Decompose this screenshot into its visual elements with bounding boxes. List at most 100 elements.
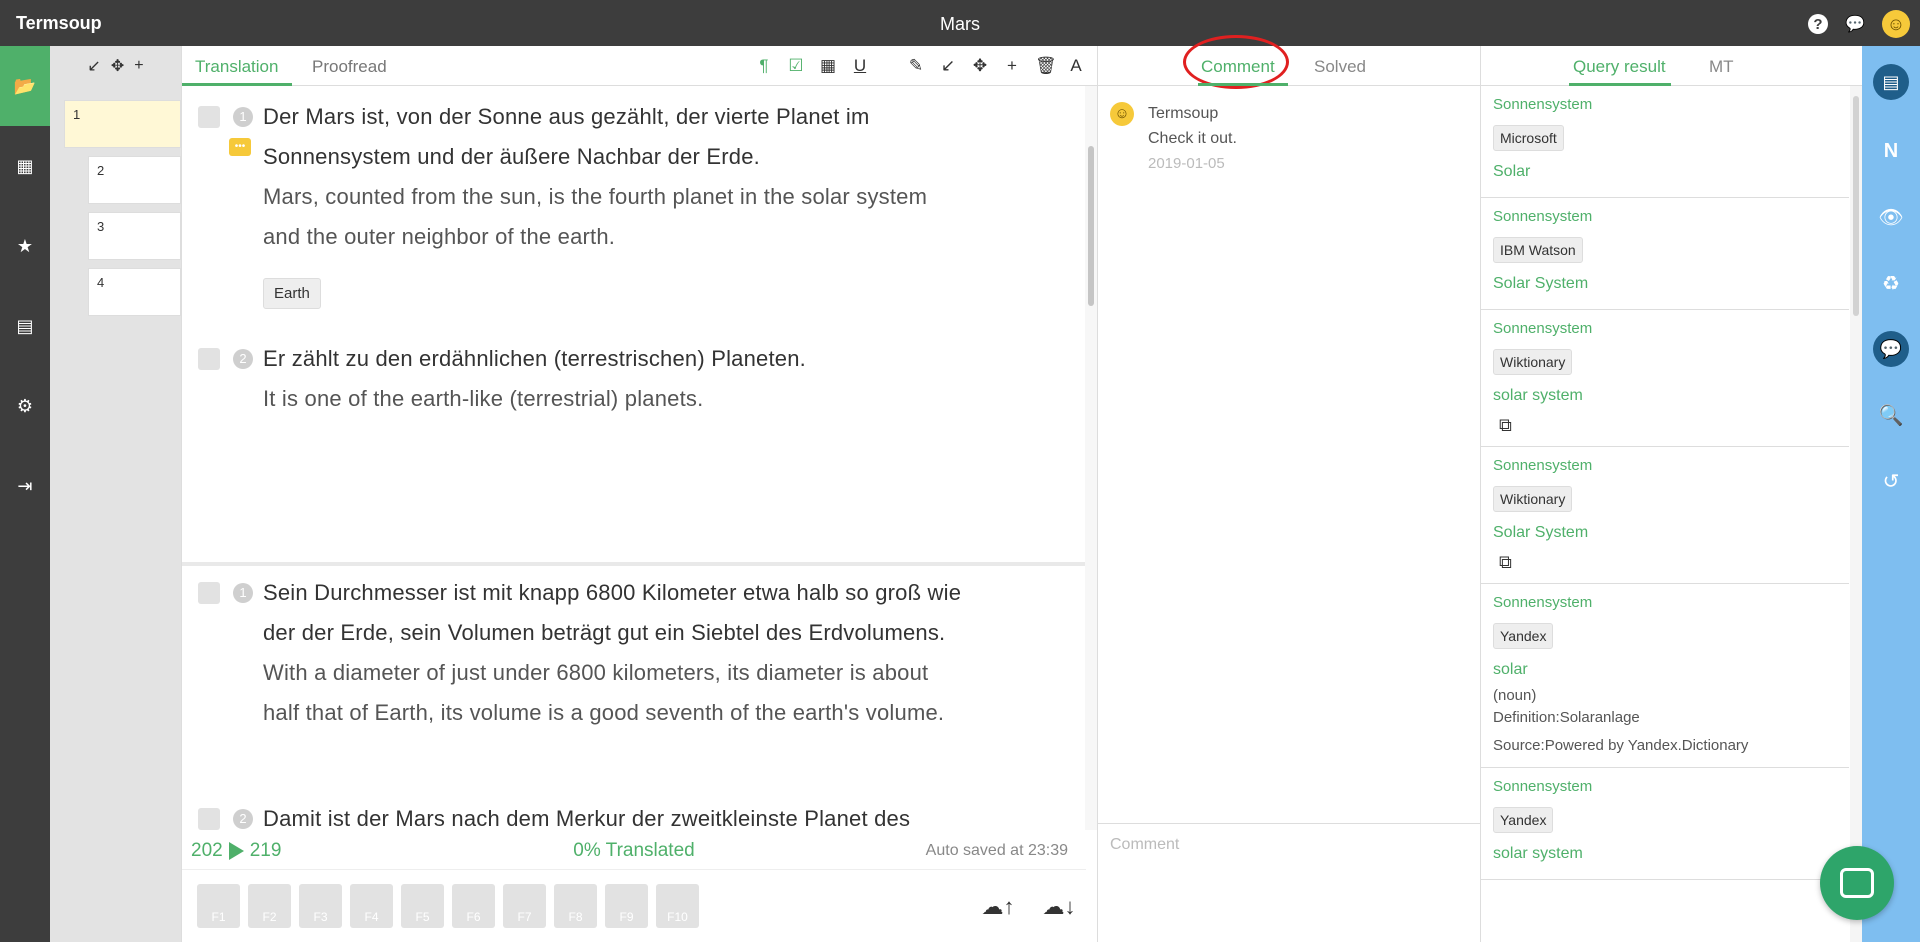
query-target-term[interactable]: Solar — [1493, 163, 1837, 181]
term-chip[interactable]: Earth — [263, 278, 321, 309]
provider-badge: Yandex — [1493, 623, 1554, 649]
checkbox-icon[interactable]: ☑ — [787, 56, 805, 76]
fkey-f6[interactable]: F6 — [452, 884, 495, 928]
query-result-list: Sonnensystem Microsoft Solar Sonnensyste… — [1481, 86, 1849, 942]
query-result-item[interactable]: Sonnensystem Yandex solar (noun) Definit… — [1481, 584, 1849, 768]
query-scrollbar[interactable] — [1850, 86, 1862, 942]
fkey-f4[interactable]: F4 — [350, 884, 393, 928]
nav-glossary-icon[interactable]: ▦ — [0, 126, 50, 206]
smiley-icon: ☺ — [1110, 102, 1134, 126]
segment-checkbox[interactable] — [198, 808, 220, 830]
page-thumb-4[interactable]: 4 — [88, 268, 181, 316]
move-icon[interactable]: ✥ — [111, 56, 124, 76]
target-text[interactable]: and the outer neighbor of the earth. — [263, 217, 615, 257]
add-page-icon[interactable]: + — [134, 57, 143, 75]
segment-number: 2 — [233, 349, 253, 369]
nav-favorites-icon[interactable]: ★ — [0, 206, 50, 286]
query-target-term[interactable]: Solar System — [1493, 524, 1837, 542]
notes-n-icon[interactable]: N — [1862, 118, 1920, 184]
fkey-f2[interactable]: F2 — [248, 884, 291, 928]
paragraph-divider — [182, 562, 1086, 566]
history-icon[interactable]: ↺ — [1862, 448, 1920, 514]
source-text: Er zählt zu den erdähnlichen (terrestris… — [263, 346, 806, 371]
query-result-item[interactable]: Sonnensystem Yandex solar system — [1481, 768, 1849, 880]
source-text: Sonnensystem und der äußere Nachbar der … — [263, 144, 760, 169]
nav-projects-icon[interactable]: 📂 — [0, 46, 50, 126]
external-link-icon[interactable]: ⧉ — [1499, 552, 1837, 573]
page-thumb-1[interactable]: 1 — [64, 100, 181, 148]
page-thumb-2[interactable]: 2 — [88, 156, 181, 204]
trash-icon[interactable]: 🗑 — [1035, 56, 1057, 76]
eye-icon[interactable]: 👁 — [1862, 184, 1920, 250]
query-target-term[interactable]: solar — [1493, 661, 1837, 679]
function-keys: F1 F2 F3 F4 F5 F6 F7 F8 F9 F10 — [197, 884, 699, 928]
segment-list: 1 Der Mars ist, von der Sonne aus gezähl… — [182, 86, 1086, 830]
move-icon[interactable]: ✥ — [971, 56, 989, 76]
fkey-f3[interactable]: F3 — [299, 884, 342, 928]
chat-fab-button[interactable] — [1820, 846, 1894, 920]
fkey-f5[interactable]: F5 — [401, 884, 444, 928]
comment-icon[interactable]: 💬 — [1873, 331, 1909, 367]
download-icon[interactable]: ☁↓ — [1039, 894, 1079, 920]
upload-icon[interactable]: ☁↑ — [978, 894, 1018, 920]
comment-flag-icon[interactable]: ••• — [229, 138, 251, 156]
query-result-item[interactable]: Sonnensystem Wiktionary solar system ⧉ — [1481, 310, 1849, 447]
nav-store-icon[interactable]: ▤ — [0, 286, 50, 366]
source-text: Der Mars ist, von der Sonne aus gezählt,… — [263, 104, 870, 129]
fkey-f7[interactable]: F7 — [503, 884, 546, 928]
definition-note: (noun) Definition:Solaranlage — [1493, 687, 1640, 726]
add-icon[interactable]: + — [1003, 56, 1021, 76]
collapse-icon[interactable]: ↙ — [939, 56, 957, 76]
fkey-f10[interactable]: F10 — [656, 884, 699, 928]
fkey-f8[interactable]: F8 — [554, 884, 597, 928]
provider-badge: Wiktionary — [1493, 486, 1573, 512]
tab-translation[interactable]: Translation — [195, 57, 278, 77]
fkey-f1[interactable]: F1 — [197, 884, 240, 928]
target-text[interactable]: With a diameter of just under 6800 kilom… — [263, 653, 928, 693]
query-target-term[interactable]: Solar System — [1493, 275, 1837, 293]
nav-logout-icon[interactable]: ⇥ — [0, 446, 50, 526]
external-link-icon[interactable]: ⧉ — [1499, 415, 1837, 436]
segment-checkbox[interactable] — [198, 106, 220, 128]
chat-bubble-icon — [1840, 868, 1874, 898]
segment-checkbox[interactable] — [198, 348, 220, 370]
recycle-icon[interactable]: ♻ — [1862, 250, 1920, 316]
font-icon[interactable]: A — [1067, 56, 1085, 76]
chat-icon[interactable]: 💬 — [1842, 11, 1868, 37]
comment-input[interactable]: Comment — [1098, 823, 1480, 942]
grid-icon[interactable]: ▦ — [819, 56, 837, 76]
query-target-term[interactable]: solar system — [1493, 387, 1837, 405]
query-target-term[interactable]: solar system — [1493, 845, 1837, 863]
tab-comment[interactable]: Comment — [1201, 57, 1275, 77]
underline-icon[interactable]: U — [851, 56, 869, 76]
query-result-item[interactable]: Sonnensystem IBM Watson Solar System — [1481, 198, 1849, 310]
tab-proofread[interactable]: Proofread — [312, 57, 387, 77]
page-thumb-3[interactable]: 3 — [88, 212, 181, 260]
fkey-f9[interactable]: F9 — [605, 884, 648, 928]
nav-settings-icon[interactable]: ⚙ — [0, 366, 50, 446]
tab-solved[interactable]: Solved — [1314, 57, 1366, 77]
target-text[interactable]: Mars, counted from the sun, is the fourt… — [263, 177, 927, 217]
notebook-icon[interactable]: ▤ — [1873, 64, 1909, 100]
segment-number: 2 — [233, 809, 253, 829]
tab-query-result[interactable]: Query result — [1573, 57, 1666, 77]
search-icon[interactable]: 🔍 — [1862, 382, 1920, 448]
segment-checkbox[interactable] — [198, 582, 220, 604]
tab-mt[interactable]: MT — [1709, 57, 1734, 77]
pilcrow-icon[interactable]: ¶ — [755, 56, 773, 76]
query-result-item[interactable]: Sonnensystem Wiktionary Solar System ⧉ — [1481, 447, 1849, 584]
query-result-item[interactable]: Sonnensystem Microsoft Solar — [1481, 86, 1849, 198]
help-icon[interactable]: ? — [1808, 14, 1828, 34]
pencil-icon[interactable]: ✎ — [907, 56, 925, 76]
user-avatar-icon[interactable]: ☺ — [1882, 10, 1910, 38]
editor-scrollbar[interactable] — [1085, 86, 1097, 830]
page-thumbnails: ↙ ✥ + 1 2 3 4 — [50, 46, 181, 942]
target-text[interactable]: It is one of the earth-like (terrestrial… — [263, 379, 703, 419]
source-text: der der Erde, sein Volumen beträgt gut e… — [263, 620, 946, 645]
source-text: Sein Durchmesser ist mit knapp 6800 Kilo… — [263, 580, 962, 605]
top-bar: Termsoup Mars ? 💬 ☺ — [0, 0, 1920, 46]
collapse-icon[interactable]: ↙ — [87, 56, 100, 76]
provider-badge: Wiktionary — [1493, 349, 1573, 375]
query-source-term: Sonnensystem — [1493, 594, 1593, 611]
target-text[interactable]: half that of Earth, its volume is a good… — [263, 693, 944, 733]
